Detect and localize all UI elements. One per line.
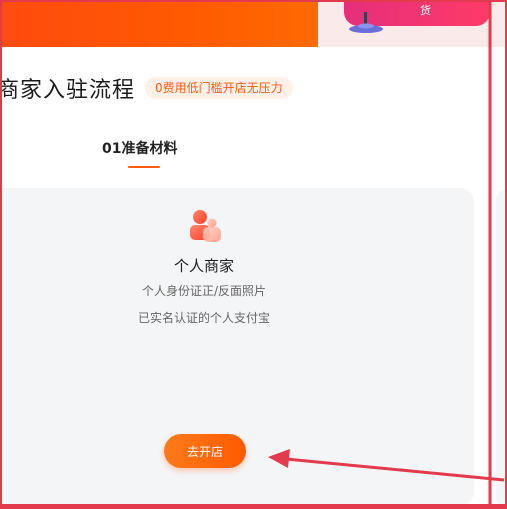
requirement-id-photos: 个人身份证正/反面照片	[141, 284, 267, 298]
merchant-icon	[190, 210, 221, 242]
promo-tag: 0费用低门槛开店无压力	[145, 77, 293, 99]
active-step-indicator	[128, 166, 160, 168]
promo-product-icon	[349, 12, 383, 33]
promo-text: 货	[420, 4, 431, 17]
next-card-edge	[496, 190, 507, 508]
open-store-button[interactable]: 去开店	[164, 434, 246, 468]
requirement-alipay: 已实名认证的个人支付宝	[137, 311, 270, 325]
step-tab-prepare[interactable]: 01准备材料	[102, 138, 177, 158]
header-row: 商家入驻流程 0费用低门槛开店无压力	[0, 70, 293, 106]
merchant-type-title: 个人商家	[173, 257, 234, 275]
top-banner	[0, 0, 318, 47]
page-title: 商家入驻流程	[0, 78, 136, 103]
